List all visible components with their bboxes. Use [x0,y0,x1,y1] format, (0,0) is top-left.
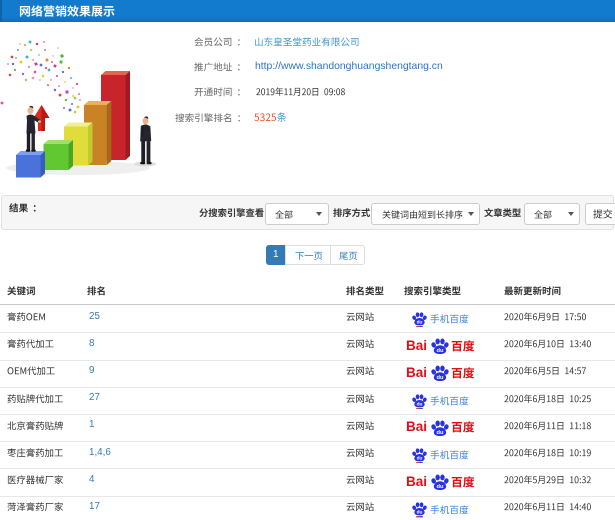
svg-text:du: du [416,510,422,516]
svg-text:du: du [416,320,422,326]
svg-text:du: du [436,348,444,354]
svg-text:du: du [436,375,444,381]
svg-text:du: du [436,430,444,436]
svg-text:du: du [416,401,422,407]
svg-text:du: du [416,456,422,462]
svg-text:du: du [436,484,444,490]
